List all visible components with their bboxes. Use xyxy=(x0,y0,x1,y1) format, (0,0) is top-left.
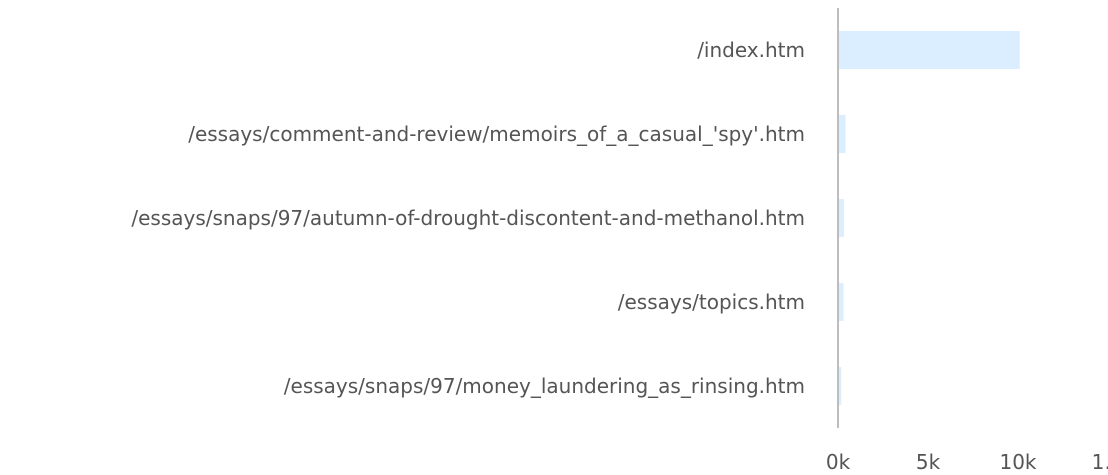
x-axis-ticks: 0k 5k 10k 1… xyxy=(826,450,1108,474)
category-label: /index.htm xyxy=(697,38,805,62)
category-label: /essays/topics.htm xyxy=(618,290,805,314)
bar[interactable] xyxy=(838,31,1020,69)
bars-layer xyxy=(838,31,1020,405)
category-label: /essays/snaps/97/autumn-of-drought-disco… xyxy=(131,206,805,230)
x-tick-label: 10k xyxy=(999,450,1036,474)
x-tick-label: 0k xyxy=(826,450,851,474)
bar-chart: /index.htm/essays/comment-and-review/mem… xyxy=(131,8,1108,474)
x-tick-label: 5k xyxy=(916,450,941,474)
bar[interactable] xyxy=(838,115,846,153)
category-label: /essays/snaps/97/money_laundering_as_rin… xyxy=(284,374,805,398)
category-labels: /index.htm/essays/comment-and-review/mem… xyxy=(131,38,805,398)
category-label: /essays/comment-and-review/memoirs_of_a_… xyxy=(188,122,805,146)
x-tick-label: 1… xyxy=(1092,450,1108,474)
